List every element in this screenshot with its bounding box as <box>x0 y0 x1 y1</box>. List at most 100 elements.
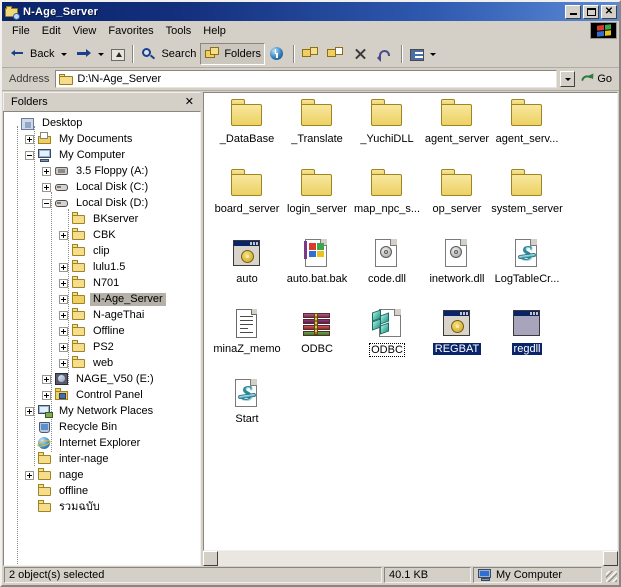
file-list[interactable]: _DataBase _Translate _YuchiDLL agent_server… <box>203 92 618 551</box>
expand-plus-icon[interactable] <box>42 374 51 384</box>
move-to-button[interactable] <box>298 43 323 65</box>
file-item[interactable]: S LogTableCr... <box>490 237 564 285</box>
expand-plus-icon[interactable] <box>42 182 51 192</box>
file-item[interactable]: _Translate <box>280 97 354 145</box>
file-item[interactable]: login_server <box>280 167 354 215</box>
bak-image-page-icon <box>300 237 334 271</box>
expand-plus-icon[interactable] <box>59 326 68 336</box>
folder-tree[interactable]: Desktop My Documents My Computer 3.5 Floppy… <box>3 111 201 566</box>
search-button[interactable]: Search <box>137 43 200 65</box>
file-item[interactable]: system_server <box>490 167 564 215</box>
scroll-left-button[interactable] <box>203 551 218 566</box>
tree-item-offline[interactable]: Offline <box>4 323 200 339</box>
file-item[interactable]: map_npc_s... <box>350 167 424 215</box>
tree-item-n-age-server[interactable]: N-Age_Server <box>4 291 200 307</box>
tree-item-web[interactable]: web <box>4 355 200 371</box>
file-item[interactable]: auto.bat.bak <box>280 237 354 285</box>
expand-plus-icon[interactable] <box>25 134 34 144</box>
file-item[interactable]: code.dll <box>350 237 424 285</box>
file-item[interactable]: auto <box>210 237 284 285</box>
tree-item-my-network-places[interactable]: My Network Places <box>4 403 200 419</box>
expand-plus-icon[interactable] <box>59 294 68 304</box>
menu-help[interactable]: Help <box>197 23 232 39</box>
forward-dropdown-icon[interactable] <box>98 52 105 56</box>
folders-button[interactable]: Folders <box>200 43 266 65</box>
tree-item-label: My Computer <box>59 148 126 161</box>
views-button[interactable] <box>406 43 443 65</box>
tree-item-[interactable]: รวมฉบับ <box>4 499 200 515</box>
views-dropdown-icon[interactable] <box>430 52 437 56</box>
expand-plus-icon[interactable] <box>59 342 68 352</box>
menu-file[interactable]: File <box>6 23 36 39</box>
maximize-button[interactable] <box>583 4 599 19</box>
file-item[interactable]: S Start <box>210 377 284 425</box>
file-item[interactable]: inetwork.dll <box>420 237 494 285</box>
file-item-label: map_npc_s... <box>353 203 421 215</box>
horizontal-scrollbar[interactable] <box>203 551 618 566</box>
tree-item-inter-nage[interactable]: inter-nage <box>4 451 200 467</box>
tree-item-desktop[interactable]: Desktop <box>4 115 200 131</box>
expand-plus-icon[interactable] <box>59 358 68 368</box>
menu-favorites[interactable]: Favorites <box>102 23 159 39</box>
file-item[interactable]: ODBC <box>350 307 424 357</box>
expand-plus-icon[interactable] <box>25 406 34 416</box>
file-item[interactable]: _DataBase <box>210 97 284 145</box>
menu-view[interactable]: View <box>67 23 103 39</box>
expand-plus-icon[interactable] <box>59 278 68 288</box>
tree-item-recycle-bin[interactable]: Recycle Bin <box>4 419 200 435</box>
go-button[interactable]: Go <box>579 73 617 86</box>
expand-plus-icon[interactable] <box>42 166 51 176</box>
collapse-minus-icon[interactable] <box>42 198 51 208</box>
tree-item-ps2[interactable]: PS2 <box>4 339 200 355</box>
expand-plus-icon[interactable] <box>59 230 68 240</box>
expand-plus-icon[interactable] <box>25 470 34 480</box>
tree-item-3-5-floppy-a[interactable]: 3.5 Floppy (A:) <box>4 163 200 179</box>
close-button[interactable]: ✕ <box>601 4 617 19</box>
minimize-button[interactable] <box>565 4 581 19</box>
menu-edit[interactable]: Edit <box>36 23 67 39</box>
forward-button[interactable] <box>70 43 95 65</box>
back-button[interactable]: Back <box>6 43 58 65</box>
tree-item-n-agethai[interactable]: N-ageThai <box>4 307 200 323</box>
back-dropdown-icon[interactable] <box>61 52 68 56</box>
tree-item-my-documents[interactable]: My Documents <box>4 131 200 147</box>
collapse-minus-icon[interactable] <box>25 150 34 160</box>
tree-item-nage-v50-e[interactable]: NAGE_V50 (E:) <box>4 371 200 387</box>
file-item[interactable]: agent_server <box>420 97 494 145</box>
copy-to-button[interactable] <box>323 43 348 65</box>
undo-button[interactable] <box>373 43 398 65</box>
resize-grip[interactable] <box>604 567 617 583</box>
file-item[interactable]: agent_serv... <box>490 97 564 145</box>
tree-item-nage[interactable]: nage <box>4 467 200 483</box>
tree-item-bkserver[interactable]: BKserver <box>4 211 200 227</box>
tree-item-control-panel[interactable]: Control Panel <box>4 387 200 403</box>
file-item[interactable]: regdll <box>490 307 564 355</box>
expand-plus-icon[interactable] <box>59 310 68 320</box>
file-item[interactable]: _YuchiDLL <box>350 97 424 145</box>
tree-item-n701[interactable]: N701 <box>4 275 200 291</box>
expand-plus-icon[interactable] <box>42 390 51 400</box>
tree-item-local-disk-c[interactable]: Local Disk (C:) <box>4 179 200 195</box>
delete-button[interactable] <box>348 43 373 65</box>
menu-tools[interactable]: Tools <box>160 23 198 39</box>
tree-item-cbk[interactable]: CBK <box>4 227 200 243</box>
history-button[interactable] <box>265 43 290 65</box>
scroll-right-button[interactable] <box>603 551 618 566</box>
tree-item-local-disk-d[interactable]: Local Disk (D:) <box>4 195 200 211</box>
close-pane-icon[interactable]: ✕ <box>181 95 198 108</box>
file-item[interactable]: ODBC <box>280 307 354 355</box>
expand-plus-icon[interactable] <box>59 262 68 272</box>
up-button[interactable] <box>107 43 129 65</box>
tree-item-my-computer[interactable]: My Computer <box>4 147 200 163</box>
file-item[interactable]: op_server <box>420 167 494 215</box>
file-item[interactable]: board_server <box>210 167 284 215</box>
address-input[interactable]: D:\N-Age_Server <box>55 70 558 88</box>
address-dropdown-button[interactable] <box>560 71 576 87</box>
scroll-track[interactable] <box>218 551 603 566</box>
tree-item-offline[interactable]: offline <box>4 483 200 499</box>
file-item[interactable]: minaZ_memo <box>210 307 284 355</box>
tree-item-clip[interactable]: clip <box>4 243 200 259</box>
tree-item-internet-explorer[interactable]: Internet Explorer <box>4 435 200 451</box>
file-item[interactable]: REGBAT <box>420 307 494 355</box>
tree-item-lulu1-5[interactable]: lulu1.5 <box>4 259 200 275</box>
